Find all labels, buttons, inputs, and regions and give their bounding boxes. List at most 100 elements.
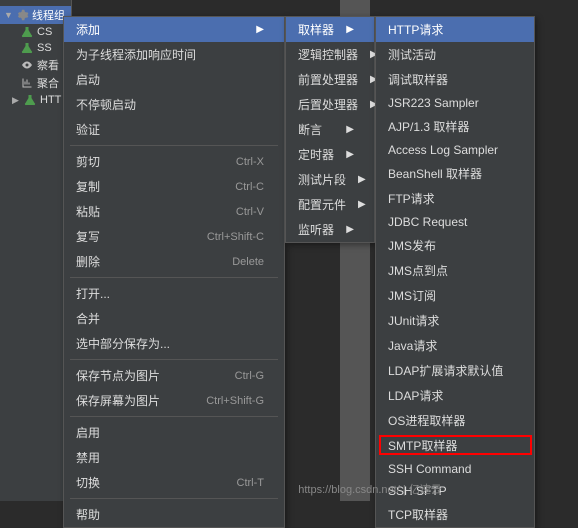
submenu-add: 取样器 ▶ 逻辑控制器▶ 前置处理器▶ 后置处理器▶ 断言 ▶ 定时器▶ 测试片段▶… bbox=[285, 16, 375, 243]
menu-label: 断言 bbox=[298, 121, 322, 138]
menu-label: 帮助 bbox=[76, 506, 100, 523]
shortcut-label: Delete bbox=[232, 256, 264, 268]
menu-label: JMS订阅 bbox=[388, 287, 436, 304]
menu-item-sampler-option[interactable]: OS进程取样器 bbox=[376, 408, 534, 433]
menu-item-sampler-option[interactable]: Access Log Sampler bbox=[376, 139, 534, 161]
menu-item-start-no-pause[interactable]: 不停顿启动 bbox=[64, 92, 284, 117]
tree-item[interactable]: CS bbox=[0, 24, 71, 40]
menu-label: 启用 bbox=[76, 424, 100, 441]
menu-label: 添加 bbox=[76, 21, 100, 38]
menu-item-merge[interactable]: 合并 bbox=[64, 306, 284, 331]
menu-label: BeanShell 取样器 bbox=[388, 165, 482, 182]
menu-item-open[interactable]: 打开... bbox=[64, 281, 284, 306]
menu-item-sampler-option[interactable]: TCP取样器 bbox=[376, 502, 534, 527]
menu-item-sampler-option[interactable]: HTTP请求 bbox=[376, 17, 534, 42]
menu-label: 复写 bbox=[76, 228, 100, 245]
tree-item[interactable]: ▶ HTT bbox=[0, 92, 71, 108]
menu-separator bbox=[70, 359, 278, 360]
flask-icon bbox=[23, 93, 37, 107]
eye-icon bbox=[20, 58, 34, 72]
menu-item-copy[interactable]: 复制Ctrl-C bbox=[64, 174, 284, 199]
menu-item-disable[interactable]: 禁用 bbox=[64, 445, 284, 470]
menu-item-save-screen-as-image[interactable]: 保存屏幕为图片Ctrl+Shift-G bbox=[64, 388, 284, 413]
menu-item-save-node-as-image[interactable]: 保存节点为图片 Ctrl-G bbox=[64, 363, 284, 388]
menu-item-add-think-time[interactable]: 为子线程添加响应时间 bbox=[64, 42, 284, 67]
chevron-right-icon: ▶ bbox=[346, 24, 354, 35]
menu-item-sampler-option[interactable]: SSH Command bbox=[376, 458, 534, 480]
menu-item-sampler-option[interactable]: BeanShell 取样器 bbox=[376, 161, 534, 186]
menu-label: LDAP请求 bbox=[388, 387, 443, 404]
menu-item-sampler-option[interactable]: LDAP请求 bbox=[376, 383, 534, 408]
menu-item-help[interactable]: 帮助 bbox=[64, 502, 284, 527]
chevron-right-icon: ▶ bbox=[346, 124, 354, 135]
tree-item-label: SS bbox=[37, 42, 52, 54]
menu-item-validate[interactable]: 验证 bbox=[64, 117, 284, 142]
tree-item[interactable]: 察看 bbox=[0, 56, 71, 74]
menu-item-config-element[interactable]: 配置元件▶ bbox=[286, 192, 374, 217]
menu-item-sampler-option[interactable]: JMS订阅 bbox=[376, 283, 534, 308]
shortcut-label: Ctrl-V bbox=[236, 206, 264, 218]
menu-item-add[interactable]: 添加 ▶ bbox=[64, 17, 284, 42]
shortcut-label: Ctrl-C bbox=[235, 181, 264, 193]
shortcut-label: Ctrl-T bbox=[237, 477, 265, 489]
menu-item-cut[interactable]: 剪切Ctrl-X bbox=[64, 149, 284, 174]
tree-item-label: CS bbox=[37, 26, 52, 38]
tree-item[interactable]: SS bbox=[0, 40, 71, 56]
menu-item-sampler-option[interactable]: 调试取样器 bbox=[376, 67, 534, 92]
menu-item-sampler[interactable]: 取样器 ▶ bbox=[286, 17, 374, 42]
menu-label: 为子线程添加响应时间 bbox=[76, 46, 196, 63]
menu-item-sampler-option[interactable]: JDBC Request bbox=[376, 211, 534, 233]
menu-item-sampler-option[interactable]: JSR223 Sampler bbox=[376, 92, 534, 114]
menu-item-logic-controller[interactable]: 逻辑控制器▶ bbox=[286, 42, 374, 67]
flask-icon bbox=[20, 25, 34, 39]
menu-item-sampler-option[interactable]: AJP/1.3 取样器 bbox=[376, 114, 534, 139]
menu-item-sampler-option[interactable]: LDAP扩展请求默认值 bbox=[376, 358, 534, 383]
menu-item-sampler-option[interactable]: Java请求 bbox=[376, 333, 534, 358]
menu-item-test-fragment[interactable]: 测试片段▶ bbox=[286, 167, 374, 192]
menu-item-enable[interactable]: 启用 bbox=[64, 420, 284, 445]
menu-item-sampler-option[interactable]: JUnit请求 bbox=[376, 308, 534, 333]
menu-item-timer[interactable]: 定时器▶ bbox=[286, 142, 374, 167]
shortcut-label: Ctrl+Shift-G bbox=[206, 395, 264, 407]
menu-label: 合并 bbox=[76, 310, 100, 327]
menu-item-start[interactable]: 启动 bbox=[64, 67, 284, 92]
menu-label: SMTP取样器 bbox=[388, 437, 457, 454]
menu-label: 配置元件 bbox=[298, 196, 346, 213]
menu-item-sampler-option[interactable]: FTP请求 bbox=[376, 186, 534, 211]
menu-item-sampler-option[interactable]: 测试活动 bbox=[376, 42, 534, 67]
menu-label: 取样器 bbox=[298, 21, 334, 38]
menu-label: OS进程取样器 bbox=[388, 412, 465, 429]
tree-item[interactable]: 聚合 bbox=[0, 74, 71, 92]
menu-label: JDBC Request bbox=[388, 215, 467, 229]
menu-item-pre-processor[interactable]: 前置处理器▶ bbox=[286, 67, 374, 92]
menu-label: 后置处理器 bbox=[298, 96, 358, 113]
menu-item-switch[interactable]: 切换 Ctrl-T bbox=[64, 470, 284, 495]
chevron-right-icon: ▶ bbox=[256, 24, 264, 35]
menu-label: 调试取样器 bbox=[388, 71, 448, 88]
tree-item-thread-group[interactable]: ▼ 线程组 bbox=[0, 6, 71, 24]
menu-item-delete[interactable]: 删除Delete bbox=[64, 249, 284, 274]
shortcut-label: Ctrl-G bbox=[235, 370, 264, 382]
menu-label: 保存节点为图片 bbox=[76, 367, 160, 384]
menu-item-save-selection-as[interactable]: 选中部分保存为... bbox=[64, 331, 284, 356]
menu-label: 打开... bbox=[76, 285, 110, 302]
menu-label: 选中部分保存为... bbox=[76, 335, 170, 352]
shortcut-label: Ctrl+Shift-C bbox=[207, 231, 264, 243]
menu-item-post-processor[interactable]: 后置处理器▶ bbox=[286, 92, 374, 117]
menu-label: 剪切 bbox=[76, 153, 100, 170]
menu-item-paste[interactable]: 粘贴Ctrl-V bbox=[64, 199, 284, 224]
expand-arrow-icon: ▼ bbox=[4, 10, 12, 20]
menu-item-duplicate[interactable]: 复写 Ctrl+Shift-C bbox=[64, 224, 284, 249]
menu-label: 切换 bbox=[76, 474, 100, 491]
menu-item-assertion[interactable]: 断言 ▶ bbox=[286, 117, 374, 142]
expand-arrow-icon: ▶ bbox=[12, 95, 20, 106]
menu-label: SSH Command bbox=[388, 462, 471, 476]
menu-item-sampler-option[interactable]: JMS点到点 bbox=[376, 258, 534, 283]
tree-item-label: 聚合 bbox=[37, 75, 59, 91]
menu-item-listener[interactable]: 监听器▶ bbox=[286, 217, 374, 242]
menu-label: 禁用 bbox=[76, 449, 100, 466]
menu-item-sampler-option[interactable]: SMTP取样器 bbox=[376, 433, 534, 458]
menu-item-sampler-option[interactable]: JMS发布 bbox=[376, 233, 534, 258]
flask-icon bbox=[20, 41, 34, 55]
menu-label: JSR223 Sampler bbox=[388, 96, 479, 110]
